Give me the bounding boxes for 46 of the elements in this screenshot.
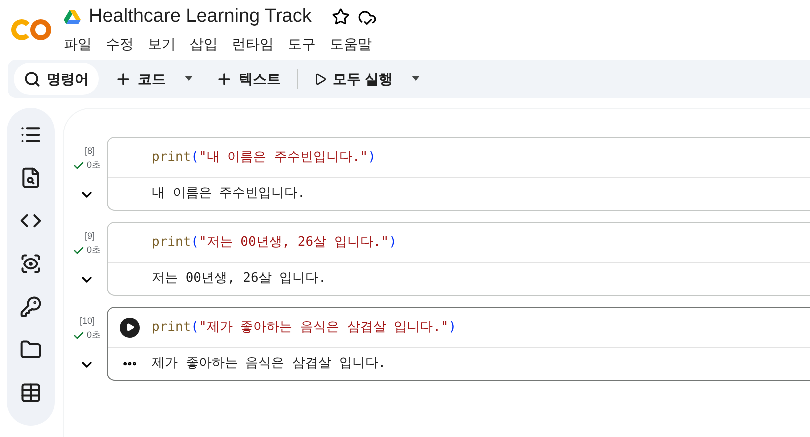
execution-time: 0초 — [86, 329, 101, 342]
menu-item[interactable]: 수정 — [106, 34, 134, 54]
execution-count: [10] — [80, 315, 96, 327]
play-icon — [126, 323, 134, 332]
check-icon — [72, 330, 85, 342]
code-line: print("제가 좋아하는 음식은 삼겹살 입니다.") — [152, 318, 457, 337]
check-icon — [72, 244, 85, 257]
star-icon[interactable] — [332, 8, 350, 26]
caret-icon — [410, 76, 421, 82]
caret-icon — [184, 76, 194, 82]
key-icon[interactable] — [20, 296, 42, 318]
folder-icon[interactable] — [20, 339, 42, 361]
execution-time: 0초 — [86, 244, 101, 257]
execution-count: [8] — [84, 145, 96, 157]
cell-output: 저는 00년생, 26살 입니다. — [152, 270, 326, 288]
table-icon[interactable] — [20, 382, 42, 404]
code-line: print("저는 00년생, 26살 입니다.") — [152, 234, 397, 252]
code-line: print("내 이름은 주수빈입니다.") — [152, 148, 376, 167]
add-cell-button[interactable]: 코드 — [111, 63, 170, 95]
menu-item[interactable]: 도구 — [288, 34, 316, 54]
menu-item[interactable]: 삽입 — [190, 34, 218, 54]
run-all-button[interactable]: 모두 실행 — [310, 63, 397, 95]
cell-output: 제가 좋아하는 음식은 삼겹살 입니다. — [152, 355, 386, 374]
eye-icon[interactable] — [20, 253, 42, 275]
command-search-button[interactable]: 명령어 — [14, 63, 99, 95]
menu-item[interactable]: 런타임 — [232, 34, 274, 54]
colab-logo-icon — [11, 19, 53, 41]
code-cell[interactable]: print("저는 00년생, 26살 입니다.") 저는 00년생, 26살 입니다. — [107, 222, 810, 296]
menu-item[interactable]: 보기 — [148, 34, 176, 54]
execution-count: [9] — [84, 230, 96, 242]
search-icon — [24, 70, 41, 88]
code-cell[interactable]: print("제가 좋아하는 음식은 삼겹살 입니다.") 제가 좋아하는 음식은 삼겹살 입니다. — [107, 307, 810, 381]
plus-icon — [115, 70, 132, 88]
cell-output: 내 이름은 주수빈입니다. — [152, 185, 306, 204]
drive-icon — [64, 10, 81, 24]
menu-item[interactable]: 파일 — [64, 34, 92, 54]
plus-icon — [216, 70, 233, 88]
play-icon — [314, 72, 327, 86]
add-cell-button[interactable]: 텍스트 — [212, 63, 285, 95]
menu-item[interactable]: 도움말 — [330, 34, 372, 54]
run-cell-button[interactable] — [120, 318, 140, 338]
code-cell[interactable]: print("내 이름은 주수빈입니다.") 내 이름은 주수빈입니다. — [107, 137, 810, 211]
file-search-icon[interactable] — [20, 167, 42, 189]
execution-time: 0초 — [86, 159, 101, 172]
notebook-title[interactable]: Healthcare Learning Track — [89, 2, 312, 32]
check-icon — [72, 160, 85, 172]
